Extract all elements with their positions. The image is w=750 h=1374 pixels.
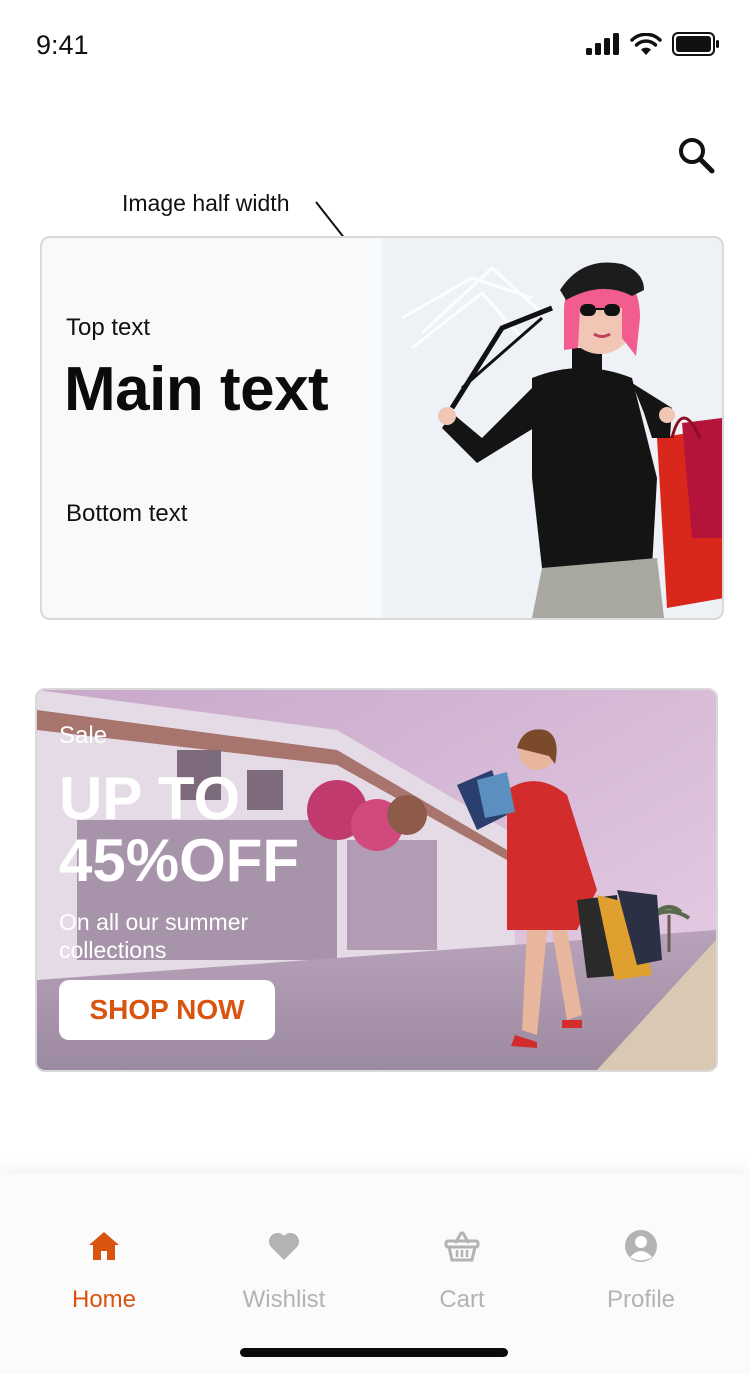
nav-item-cart[interactable]: Cart <box>382 1228 542 1314</box>
nav-item-home[interactable]: Home <box>24 1228 184 1314</box>
promo-top-text: Top text <box>66 314 151 341</box>
status-time: 9:41 <box>36 30 89 60</box>
nav-item-profile[interactable]: Profile <box>561 1228 721 1314</box>
signal-icon <box>586 33 619 55</box>
nav-label-wishlist: Wishlist <box>242 1286 326 1313</box>
nav-label-profile: Profile <box>606 1286 676 1313</box>
promo-main-text: Main text <box>64 355 329 424</box>
user-circle-icon <box>625 1230 657 1262</box>
bottom-nav: Home Wishlist Cart Profile <box>0 1174 750 1374</box>
sale-banner[interactable]: Sale UP TO 45%OFF On all our summer coll… <box>35 688 718 1072</box>
home-indicator[interactable] <box>240 1348 508 1357</box>
basket-icon <box>444 1231 480 1262</box>
heart-icon <box>268 1232 300 1260</box>
nav-label-cart: Cart <box>439 1286 485 1313</box>
wifi-icon <box>630 32 662 55</box>
home-screen: 9:41 Image half width Top text Main text… <box>0 0 750 1374</box>
annotation-label: Image half width <box>122 190 290 216</box>
nav-item-wishlist[interactable]: Wishlist <box>204 1228 364 1314</box>
sale-subtitle-line1: On all our summer <box>59 909 249 935</box>
battery-icon <box>672 32 719 56</box>
home-icon <box>89 1232 119 1260</box>
search-icon <box>679 138 715 174</box>
nav-label-home: Home <box>71 1286 137 1313</box>
sale-subtitle-line2: collections <box>59 937 167 963</box>
sale-headline: UP TO 45%OFF <box>59 768 299 892</box>
sale-subtitle: On all our summer collections <box>59 908 319 964</box>
sale-headline-line2: 45%OFF <box>59 827 300 894</box>
status-icons <box>586 32 720 56</box>
search-button[interactable] <box>676 135 716 175</box>
shop-now-button[interactable]: SHOP NOW <box>59 980 275 1040</box>
promo-card[interactable]: Top text Main text Bottom text <box>40 236 724 620</box>
promo-bottom-text: Bottom text <box>66 500 188 527</box>
sale-label: Sale <box>59 722 108 749</box>
promo-image <box>382 238 722 618</box>
sale-headline-line1: UP TO <box>59 765 241 832</box>
